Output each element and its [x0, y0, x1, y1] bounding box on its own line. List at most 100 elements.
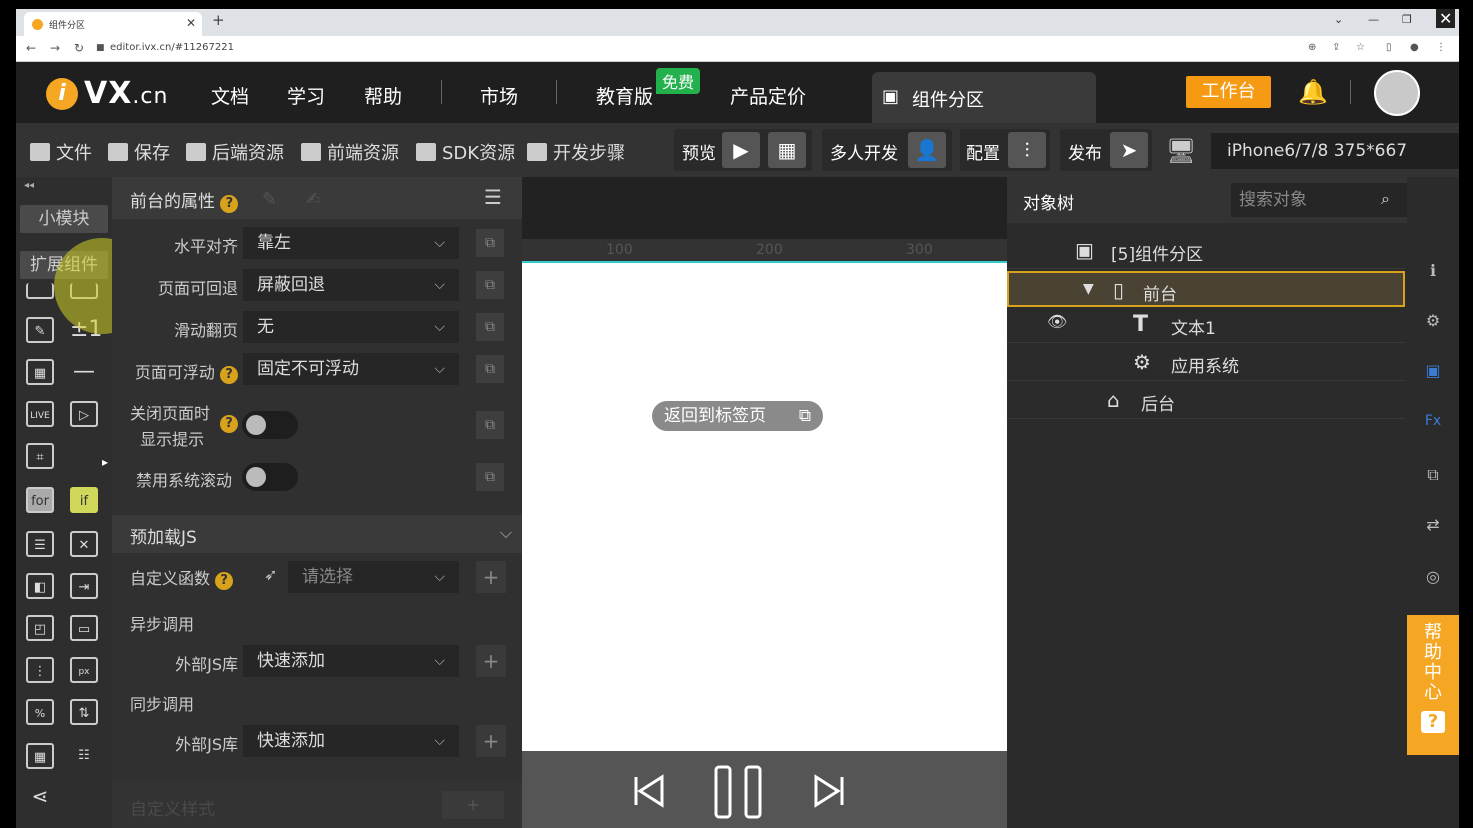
page-icon[interactable]: ◧	[26, 573, 54, 599]
pause-icon[interactable]	[714, 765, 762, 819]
share-icon[interactable]: ⇪	[1332, 42, 1340, 53]
dev-steps-button[interactable]: 开发步骤	[527, 139, 625, 165]
copy-icon[interactable]: ⧉	[476, 271, 504, 299]
import-icon[interactable]: ⇥	[70, 573, 98, 599]
back-to-tab-button[interactable]: 返回到标签页 ⧉	[652, 401, 823, 431]
nav-help[interactable]: 帮助	[364, 82, 402, 109]
note-icon[interactable]: ✍	[306, 189, 321, 210]
forward-icon[interactable]: →	[50, 41, 60, 55]
device-select[interactable]: iPhone6/7/8 375*667	[1211, 133, 1459, 169]
line-icon[interactable]: —	[70, 359, 98, 385]
monitor-component-icon[interactable]: ⌗	[26, 443, 54, 469]
sidebar-icon[interactable]: ▯	[1386, 42, 1392, 53]
nav-education[interactable]: 教育版	[596, 82, 653, 109]
skip-forward-icon[interactable]	[814, 774, 844, 808]
custom-fn-select[interactable]: 请选择 ⌵	[288, 561, 459, 593]
play-icon[interactable]: ▶	[722, 132, 760, 168]
url-text[interactable]: editor.ivx.cn/#11267221	[110, 42, 234, 53]
publish-group[interactable]: 发布 ➤	[1060, 129, 1152, 171]
nav-pricing[interactable]: 产品定价	[730, 82, 806, 109]
swipe-select[interactable]: 无 ⌵	[243, 311, 459, 343]
function-icon[interactable]: Fx	[1421, 413, 1445, 435]
copy-icon[interactable]: ⧉	[476, 355, 504, 383]
sync-ext-lib-select[interactable]: 快速添加 ⌵	[243, 725, 459, 757]
reload-icon[interactable]: ↻	[74, 41, 84, 55]
browser-tab[interactable]: 组件分区 ✕	[24, 12, 202, 36]
copy-icon[interactable]: ⧉	[476, 463, 504, 491]
workbench-button[interactable]: 工作台	[1186, 76, 1271, 108]
percent-icon[interactable]: %	[26, 699, 54, 725]
help-icon[interactable]: ?	[220, 366, 238, 384]
search-icon[interactable]: ⌕	[1381, 189, 1390, 209]
async-ext-lib-select[interactable]: 快速添加 ⌵	[243, 645, 459, 677]
close-window-icon[interactable]: ✕	[1436, 9, 1456, 28]
eye-icon[interactable]: 👁	[1047, 312, 1067, 331]
copy-layer-icon[interactable]: ⧉	[1421, 465, 1445, 487]
save-button[interactable]: 保存	[108, 139, 170, 165]
chat-icon[interactable]: ▣	[1421, 361, 1445, 383]
tree-node-frontend[interactable]: ▼ ▯ 前台	[1007, 271, 1405, 307]
small-module-button[interactable]: 小模块	[20, 205, 108, 233]
qrcode-component-icon[interactable]: ▦	[26, 359, 54, 385]
copy-icon[interactable]: ⧉	[476, 313, 504, 341]
info-icon[interactable]: ℹ	[1421, 261, 1445, 283]
skip-back-icon[interactable]	[634, 774, 664, 808]
vertical-list-icon[interactable]: ⋮	[26, 657, 54, 683]
menu-icon[interactable]: ⋮	[1436, 42, 1446, 53]
restore-icon[interactable]: ❐	[1402, 13, 1412, 26]
close-hint-toggle[interactable]	[242, 411, 298, 439]
avatar[interactable]	[1374, 70, 1420, 116]
nav-market[interactable]: 市场	[480, 82, 518, 109]
pointer-icon[interactable]: ➶	[264, 565, 277, 584]
active-project-tab[interactable]: ▣ 组件分区	[872, 72, 1096, 123]
live-icon[interactable]: LIVE	[26, 401, 54, 427]
frontend-resources-button[interactable]: 前端资源	[301, 139, 399, 165]
layer-icon[interactable]: ◰	[26, 615, 54, 641]
help-icon[interactable]: ?	[220, 415, 238, 433]
tree-node-app-system[interactable]: ⚙ 应用系统	[1007, 345, 1405, 381]
dots-icon[interactable]: ▭	[70, 615, 98, 641]
hamburger-icon[interactable]: ☰	[484, 185, 502, 209]
tree-node-text1[interactable]: 👁 T 文本1	[1007, 307, 1405, 343]
copy-icon[interactable]: ⧉	[476, 229, 504, 257]
preload-js-header[interactable]: 预加载JS ⌵	[112, 515, 522, 553]
px-icon[interactable]: px	[70, 657, 98, 683]
expand-arrow-icon[interactable]: ▼	[1083, 281, 1094, 297]
sdk-resources-button[interactable]: SDK资源	[416, 139, 515, 165]
tree-list-icon[interactable]: ☷	[70, 743, 98, 769]
disable-scroll-toggle[interactable]	[242, 463, 298, 491]
help-center-button[interactable]: 帮助中心 ?	[1407, 615, 1459, 755]
backend-resources-button[interactable]: 后端资源	[186, 139, 284, 165]
design-stage[interactable]: 返回到标签页 ⧉	[522, 261, 1007, 751]
copy-icon[interactable]: ⧉	[476, 411, 504, 439]
target-icon[interactable]: ◎	[1421, 567, 1445, 589]
float-select[interactable]: 固定不可浮动 ⌵	[243, 353, 459, 385]
device-icon[interactable]: 🖥	[1166, 137, 1196, 165]
add-sync-lib-button[interactable]: +	[476, 725, 506, 757]
help-icon[interactable]: ?	[220, 195, 239, 213]
add-async-lib-button[interactable]: +	[476, 645, 506, 677]
back-select[interactable]: 屏蔽回退 ⌵	[243, 269, 459, 301]
video-icon[interactable]: ▷	[70, 401, 98, 427]
edit-component-icon[interactable]: ✎	[26, 317, 54, 343]
tree-node-backend[interactable]: ⌂ 后台	[1007, 383, 1405, 419]
settings-icon[interactable]: ⚙	[1421, 311, 1445, 333]
minimize-icon[interactable]: —	[1368, 13, 1379, 26]
cross-icon[interactable]: ✕	[70, 531, 98, 557]
bell-icon[interactable]: 🔔	[1298, 78, 1328, 106]
logo[interactable]: i VX.cn	[46, 76, 168, 111]
halign-select[interactable]: 靠左 ⌵	[243, 227, 459, 259]
profile-icon[interactable]: ●	[1410, 42, 1419, 53]
help-icon[interactable]: ?	[215, 572, 234, 590]
component-icon[interactable]	[26, 283, 54, 299]
collapse-icon[interactable]: ◂◂	[24, 180, 34, 191]
qrcode-icon[interactable]: ▦	[768, 132, 806, 168]
file-menu[interactable]: 文件	[30, 139, 92, 165]
if-condition-icon[interactable]: if	[70, 487, 98, 513]
edit-icon[interactable]: ✎	[262, 189, 277, 210]
tab-search-icon[interactable]: ⌄	[1334, 13, 1343, 26]
add-style-button[interactable]: +	[442, 791, 504, 819]
zoom-icon[interactable]: ⊕	[1308, 42, 1316, 53]
form-icon[interactable]: ☰	[26, 531, 54, 557]
for-loop-icon[interactable]: for	[26, 487, 54, 513]
